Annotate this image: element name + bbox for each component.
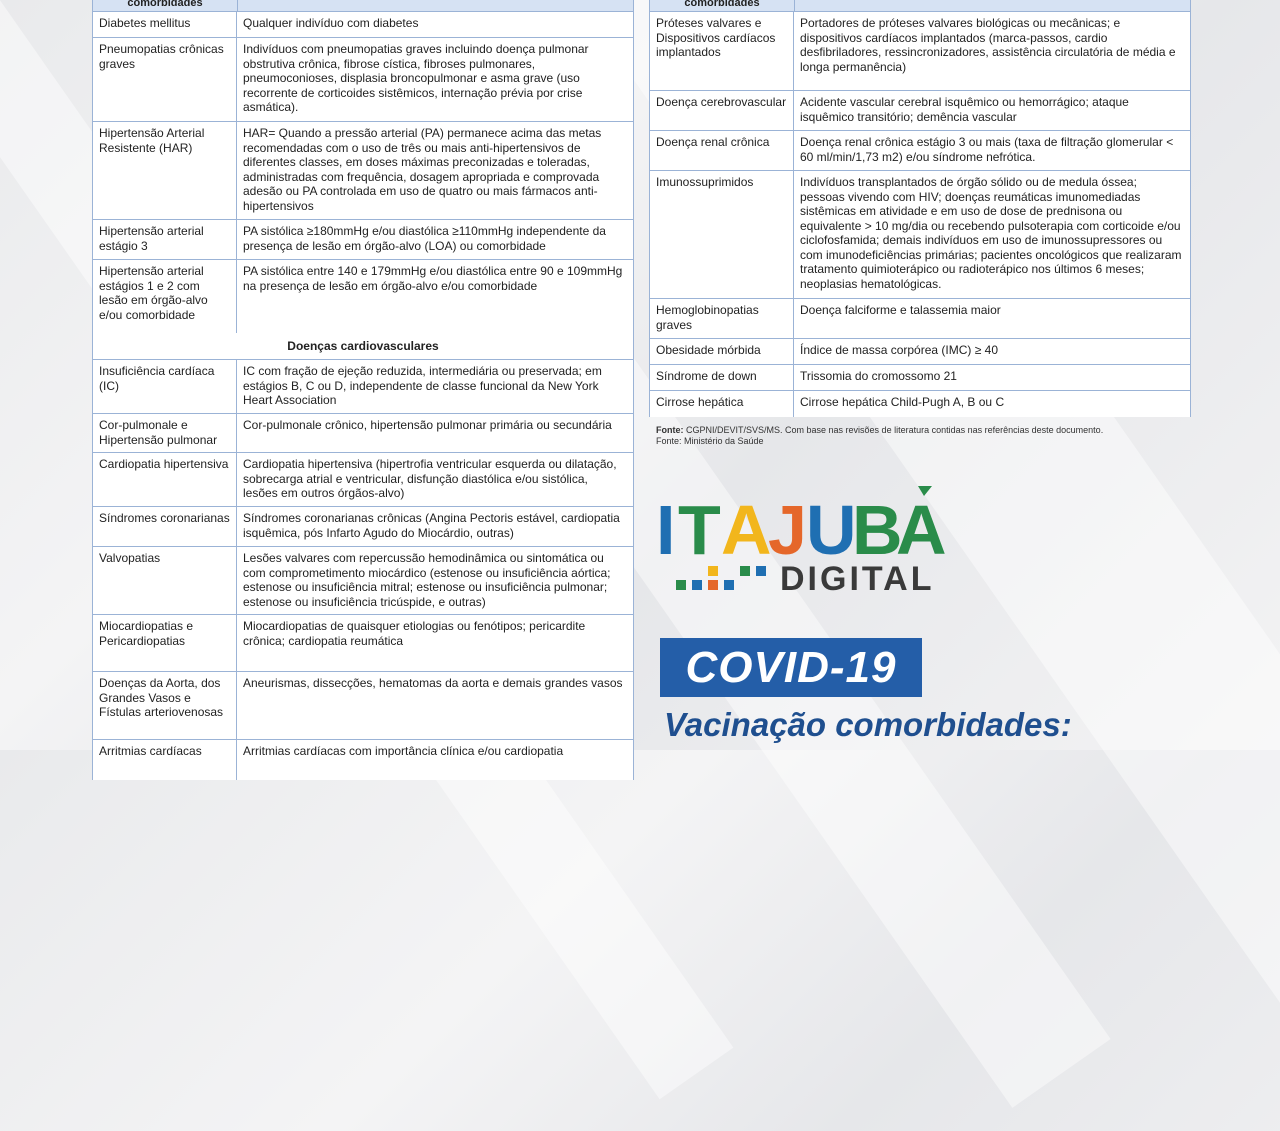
rows: Próteses valvares e Dispositivos cardíac… <box>650 12 1190 417</box>
table-row: Insuficiência cardíaca (IC) IC com fração… <box>93 360 633 414</box>
table-row: Doença renal crônica Doença renal crônica… <box>650 131 1190 171</box>
table-row: Valvopatias Lesões valvares com repercuss… <box>93 547 633 615</box>
source-note: Fonte: CGPNI/DEVIT/SVS/MS. Com base nas … <box>656 425 1103 447</box>
comorbidity-name: Pneumopatias crônicas graves <box>93 38 237 121</box>
table-row: Diabetes mellitus Qualquer indivíduo com … <box>93 12 633 38</box>
comorbidity-name: Insuficiência cardíaca (IC) <box>93 360 237 413</box>
comorbidity-name: Diabetes mellitus <box>93 12 237 37</box>
comorbidity-name: Síndrome de down <box>650 365 794 390</box>
comorbidity-name: Hemoglobinopatias graves <box>650 299 794 338</box>
svg-text:J: J <box>768 491 807 569</box>
table-row: Pneumopatias crônicas graves Indivíduos c… <box>93 38 633 122</box>
comorbidity-description: Miocardiopatias de quaisquer etiologias … <box>243 619 586 648</box>
comorbidity-description: PA sistólica entre 140 e 179mmHg e/ou di… <box>243 264 623 293</box>
comorbidity-name: Síndromes coronarianas <box>93 507 237 546</box>
comorbidity-description: PA sistólica ≥180mmHg e/ou diastólica ≥1… <box>243 224 606 253</box>
table-row: Hipertensão Arterial Resistente (HAR) HAR… <box>93 122 633 220</box>
table-row: Arritmias cardíacas Arritmias cardíacas c… <box>93 740 633 780</box>
comorbidity-name: Cirrose hepática <box>650 391 794 417</box>
section-title: Doenças cardiovasculares <box>93 333 633 360</box>
comorbidity-name: Miocardiopatias e Pericardiopatias <box>93 615 237 671</box>
itajuba-digital-logo: I T A J U B A DIGITAL <box>656 482 956 602</box>
comorbidity-name: Hipertensão Arterial Resistente (HAR) <box>93 122 237 219</box>
comorbidity-name: Cor-pulmonale e Hipertensão pulmonar <box>93 414 237 452</box>
svg-text:T: T <box>678 491 721 569</box>
table-header: comorbidades <box>93 0 633 12</box>
table-row: Imunossuprimidos Indivíduos transplantado… <box>650 171 1190 299</box>
table-row: Obesidade mórbida Índice de massa corpóre… <box>650 339 1190 365</box>
source-line2: Fonte: Ministério da Saúde <box>656 436 764 446</box>
comorbidity-name: Doença renal crônica <box>650 131 794 170</box>
comorbidity-description: Doença falciforme e talassemia maior <box>800 303 1001 317</box>
comorbidity-description: Acidente vascular cerebral isquêmico ou … <box>800 95 1129 124</box>
table-row: Doenças da Aorta, dos Grandes Vasos e Fí… <box>93 672 633 740</box>
comorbidities-table-left: comorbidades Diabetes mellitus Qualquer i… <box>92 0 634 780</box>
header-label: comorbidades <box>93 0 238 11</box>
comorbidity-name: Imunossuprimidos <box>650 171 794 298</box>
table-row: Hemoglobinopatias graves Doença falciform… <box>650 299 1190 339</box>
table-row: Síndrome de down Trissomia do cromossomo … <box>650 365 1190 391</box>
header-label: comorbidades <box>650 0 795 11</box>
comorbidity-description: Arritmias cardíacas com importância clín… <box>243 744 564 758</box>
table-row: Hipertensão arterial estágios 1 e 2 com … <box>93 260 633 333</box>
comorbidity-description: Síndromes coronarianas crônicas (Angina … <box>243 511 620 540</box>
comorbidity-name: Arritmias cardíacas <box>93 740 237 780</box>
table-row: Cirrose hepática Cirrose hepática Child-P… <box>650 391 1190 417</box>
comorbidity-description: HAR= Quando a pressão arterial (PA) perm… <box>243 126 602 213</box>
comorbidity-name: Próteses valvares e Dispositivos cardíac… <box>650 12 794 90</box>
comorbidity-description: Trissomia do cromossomo 21 <box>800 369 957 383</box>
table-row: Síndromes coronarianas Síndromes coronari… <box>93 507 633 547</box>
table-row: Cardiopatia hipertensiva Cardiopatia hipe… <box>93 453 633 507</box>
comorbidity-description: Portadores de próteses valvares biológic… <box>800 16 1176 74</box>
comorbidity-description: Cardiopatia hipertensiva (hipertrofia ve… <box>243 457 617 500</box>
table-row: Cor-pulmonale e Hipertensão pulmonar Cor-… <box>93 414 633 453</box>
comorbidity-description: Índice de massa corpórea (IMC) ≥ 40 <box>800 343 998 357</box>
svg-text:U: U <box>806 491 857 569</box>
svg-text:B: B <box>852 491 903 569</box>
comorbidity-name: Hipertensão arterial estágio 3 <box>93 220 237 259</box>
comorbidity-description: Aneurismas, dissecções, hematomas da aor… <box>243 676 623 690</box>
comorbidity-description: Lesões valvares com repercussão hemodinâ… <box>243 551 611 609</box>
rows-top: Diabetes mellitus Qualquer indivíduo com … <box>93 12 633 333</box>
comorbidity-name: Valvopatias <box>93 547 237 614</box>
comorbidities-table-right: comorbidades Próteses valvares e Disposi… <box>649 0 1191 417</box>
comorbidity-description: Doença renal crônica estágio 3 ou mais (… <box>800 135 1174 164</box>
svg-text:DIGITAL: DIGITAL <box>780 560 934 598</box>
svg-text:A: A <box>896 491 947 569</box>
comorbidity-name: Doenças da Aorta, dos Grandes Vasos e Fí… <box>93 672 237 739</box>
source-label: Fonte: <box>656 425 684 435</box>
comorbidity-name: Hipertensão arterial estágios 1 e 2 com … <box>93 260 237 333</box>
comorbidity-description: Cor-pulmonale crônico, hipertensão pulmo… <box>243 418 612 432</box>
table-row: Hipertensão arterial estágio 3 PA sistóli… <box>93 220 633 260</box>
comorbidity-description: Indivíduos com pneumopatias graves inclu… <box>243 42 589 114</box>
vaccination-title: Vacinação comorbidades: <box>664 706 1072 743</box>
comorbidity-name: Cardiopatia hipertensiva <box>93 453 237 506</box>
comorbidity-name: Obesidade mórbida <box>650 339 794 364</box>
comorbidity-description: Qualquer indivíduo com diabetes <box>243 16 419 30</box>
table-header: comorbidades <box>650 0 1190 12</box>
comorbidity-description: IC com fração de ejeção reduzida, interm… <box>243 364 602 407</box>
table-row: Miocardiopatias e Pericardiopatias Miocar… <box>93 615 633 672</box>
svg-text:A: A <box>721 491 772 569</box>
comorbidity-name: Doença cerebrovascular <box>650 91 794 130</box>
rows-cardio: Insuficiência cardíaca (IC) IC com fração… <box>93 360 633 780</box>
comorbidity-description: Indivíduos transplantados de órgão sólid… <box>800 175 1182 291</box>
svg-text:I: I <box>656 491 675 569</box>
table-row: Próteses valvares e Dispositivos cardíac… <box>650 12 1190 91</box>
source-text: CGPNI/DEVIT/SVS/MS. Com base nas revisõe… <box>683 425 1104 435</box>
table-row: Doença cerebrovascular Acidente vascular … <box>650 91 1190 131</box>
comorbidity-description: Cirrose hepática Child-Pugh A, B ou C <box>800 395 1005 409</box>
covid-banner: COVID-19 <box>660 638 922 697</box>
